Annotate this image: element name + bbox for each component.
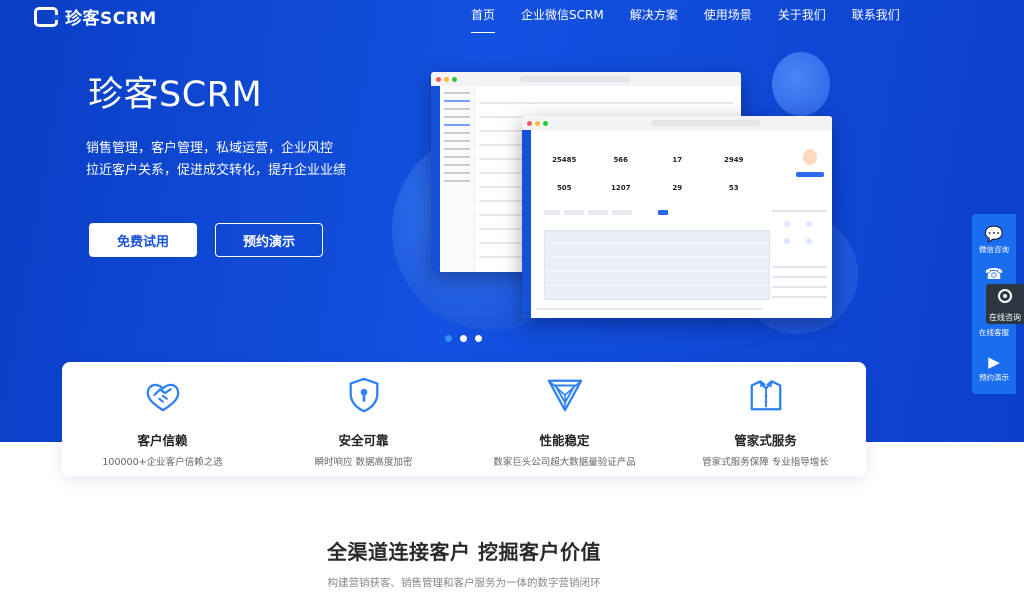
feature-title: 管家式服务	[734, 433, 797, 448]
stat-value: 53	[728, 184, 739, 192]
stats-grid: 25485 566 17 2949 505 1207 29 53	[536, 150, 762, 192]
shield-icon	[349, 377, 378, 413]
nav-menu: 首页 企业微信SCRM 解决方案 使用场景 关于我们 联系我们	[458, 6, 913, 33]
stat-value: 2949	[724, 156, 744, 164]
phone-icon: ☎	[984, 265, 1004, 283]
product-screenshot-front: 25485 566 17 2949 505 1207 29 53	[522, 116, 832, 318]
online-chat-button[interactable]: 在线咨询	[986, 284, 1024, 324]
carousel-dot[interactable]	[460, 335, 467, 342]
avatar	[803, 149, 817, 165]
feature-desc: 100000+企业客户信赖之选	[102, 457, 223, 468]
triangle-icon	[547, 379, 582, 412]
feature-item: 管家式服务 管家式服务保障 专业指导增长	[665, 362, 866, 476]
feature-title: 性能稳定	[539, 433, 590, 448]
feature-title: 安全可靠	[338, 433, 389, 448]
feature-desc: 数家巨头公司超大数据量验证产品	[493, 457, 636, 468]
carousel-dots	[445, 335, 482, 342]
nav-item-home[interactable]: 首页	[458, 6, 508, 33]
stat-value: 566	[613, 156, 629, 164]
hero-subtitle-line: 拉近客户关系，促进成交转化，提升企业业绩	[86, 163, 347, 178]
top-nav: 珍客SCRM 首页 企业微信SCRM 解决方案 使用场景 关于我们 联系我们	[0, 0, 1024, 33]
hero-subtitle: 销售管理，客户管理，私域运营，企业风控 拉近客户关系，促进成交转化，提升企业业绩	[86, 138, 346, 182]
hero-title: 珍客SCRM	[88, 75, 263, 115]
section-subtitle: 构建营销获客、销售管理和客户服务为一体的数字营销闭环	[327, 577, 601, 589]
mockup-chart	[544, 230, 770, 300]
logo-text: 珍客SCRM	[65, 9, 157, 29]
nav-item-contact[interactable]: 联系我们	[839, 6, 913, 23]
feature-item: 安全可靠 瞬时响应 数据高度加密	[263, 362, 464, 476]
stat-value: 505	[556, 184, 572, 192]
feature-item: 客户信赖 100000+企业客户信赖之选	[62, 362, 263, 476]
nav-item-about[interactable]: 关于我们	[765, 6, 839, 23]
wechat-icon: 💬	[984, 225, 1004, 243]
wechat-consult-button[interactable]: 💬 微信咨询	[972, 226, 1016, 255]
video-icon: ▶	[988, 353, 1000, 371]
decor-circle	[772, 52, 830, 116]
feature-cards: 客户信赖 100000+企业客户信赖之选 安全可靠 瞬时响应 数据高度加密 性能…	[62, 362, 866, 476]
feature-title: 客户信赖	[137, 433, 188, 448]
handshake-icon	[146, 383, 179, 412]
butler-icon	[750, 379, 781, 411]
stat-value: 1207	[611, 184, 631, 192]
phone-button[interactable]: ☎	[972, 266, 1016, 282]
free-trial-button[interactable]: 免费试用	[89, 223, 197, 257]
stat-value: 25485	[552, 156, 577, 164]
logo-icon	[34, 6, 59, 27]
stat-value: 17	[672, 156, 683, 164]
feature-item: 性能稳定 数家巨头公司超大数据量验证产品	[464, 362, 665, 476]
hero-subtitle-line: 销售管理，客户管理，私域运营，企业风控	[86, 141, 334, 156]
nav-item-solutions[interactable]: 解决方案	[617, 6, 691, 23]
carousel-dot[interactable]	[475, 335, 482, 342]
book-demo-button[interactable]: 预约演示	[215, 223, 323, 257]
logo[interactable]: 珍客SCRM	[34, 4, 157, 29]
stat-value: 29	[672, 184, 683, 192]
nav-item-wecom-scrm[interactable]: 企业微信SCRM	[508, 6, 617, 23]
feature-desc: 瞬时响应 数据高度加密	[314, 457, 413, 468]
nav-item-scenarios[interactable]: 使用场景	[691, 6, 765, 23]
book-demo-side-button[interactable]: ▶ 预约演示	[972, 354, 1016, 383]
section-title: 全渠道连接客户 挖掘客户价值	[327, 540, 601, 564]
carousel-dot[interactable]	[445, 335, 452, 342]
headset-icon	[998, 289, 1012, 303]
feature-desc: 管家式服务保障 专业指导增长	[702, 457, 829, 468]
